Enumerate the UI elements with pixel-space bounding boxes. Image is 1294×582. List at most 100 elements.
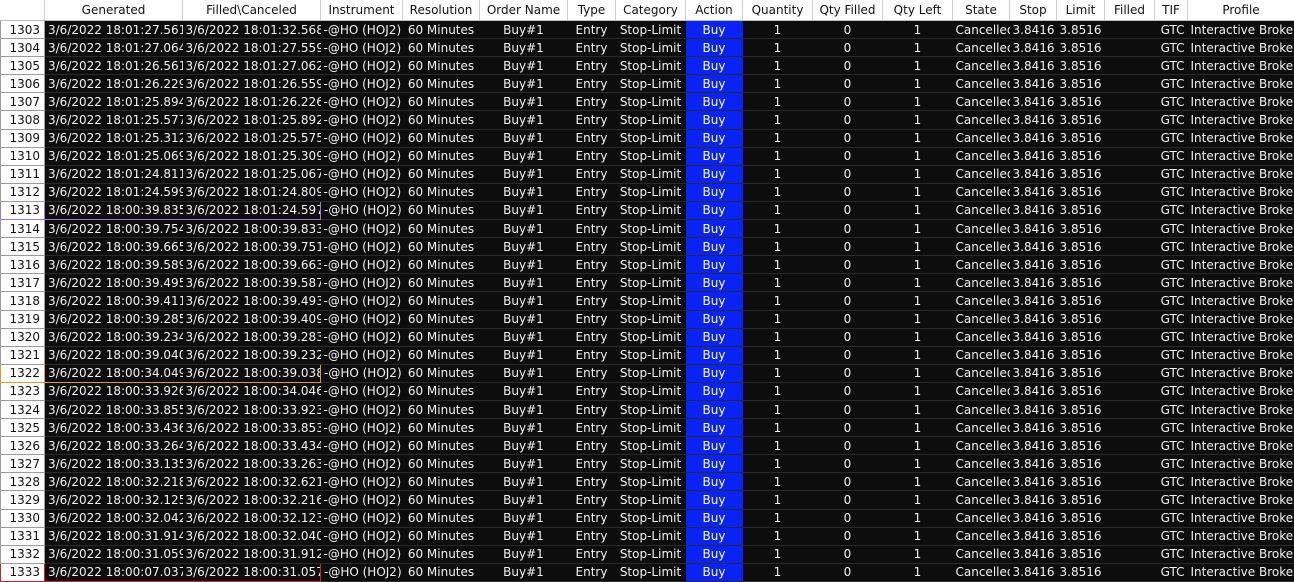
row-index[interactable]: 1324 xyxy=(0,399,45,420)
row-index[interactable]: 1312 xyxy=(0,182,45,202)
table-row[interactable]: 1312 3/6/2022 18:01:24.599 3/6/2022 18:0… xyxy=(0,182,1294,202)
row-index[interactable]: 1329 xyxy=(0,490,45,510)
header-instrument[interactable]: Instrument xyxy=(320,0,403,21)
header-filled[interactable]: Filled xyxy=(1104,0,1155,21)
header-resolution[interactable]: Resolution xyxy=(402,0,480,21)
table-row[interactable]: 1310 3/6/2022 18:01:25.069 3/6/2022 18:0… xyxy=(0,146,1294,166)
cell-action: Buy xyxy=(685,38,743,58)
row-index[interactable]: 1330 xyxy=(0,508,45,528)
table-row[interactable]: 1320 3/6/2022 18:00:39.234 3/6/2022 18:0… xyxy=(0,327,1294,347)
table-row[interactable]: 1319 3/6/2022 18:00:39.285 3/6/2022 18:0… xyxy=(0,309,1294,329)
header-qty-filled[interactable]: Qty Filled xyxy=(812,0,883,21)
row-index[interactable]: 1325 xyxy=(0,418,45,438)
row-index[interactable]: 1303 xyxy=(0,19,45,40)
table-row[interactable]: 1313 3/6/2022 18:00:39.835 3/6/2022 18:0… xyxy=(0,200,1294,221)
table-row[interactable]: 1311 3/6/2022 18:01:24.811 3/6/2022 18:0… xyxy=(0,164,1294,184)
row-index[interactable]: 1310 xyxy=(0,146,45,166)
header-quantity[interactable]: Quantity xyxy=(742,0,813,21)
row-index[interactable]: 1306 xyxy=(0,74,45,94)
row-index[interactable]: 1318 xyxy=(0,291,45,311)
row-index[interactable]: 1305 xyxy=(0,56,45,76)
table-row[interactable]: 1322 3/6/2022 18:00:34.049 3/6/2022 18:0… xyxy=(0,363,1294,383)
header-order-name[interactable]: Order Name xyxy=(479,0,568,21)
table-row[interactable]: 1321 3/6/2022 18:00:39.040 3/6/2022 18:0… xyxy=(0,345,1294,365)
row-index[interactable]: 1323 xyxy=(0,381,45,401)
cell-limit: 3.8516 xyxy=(1056,237,1105,257)
cell-instrument: -@HO (HOJ2) xyxy=(320,56,403,76)
table-row[interactable]: 1304 3/6/2022 18:01:27.064 3/6/2022 18:0… xyxy=(0,38,1294,58)
header-state[interactable]: State xyxy=(952,0,1010,21)
table-row[interactable]: 1309 3/6/2022 18:01:25.312 3/6/2022 18:0… xyxy=(0,128,1294,148)
table-row[interactable]: 1307 3/6/2022 18:01:25.894 3/6/2022 18:0… xyxy=(0,92,1294,112)
table-row[interactable]: 1326 3/6/2022 18:00:33.264 3/6/2022 18:0… xyxy=(0,436,1294,456)
table-row[interactable]: 1317 3/6/2022 18:00:39.495 3/6/2022 18:0… xyxy=(0,273,1294,293)
row-index[interactable]: 1308 xyxy=(0,110,45,130)
table-row[interactable]: 1318 3/6/2022 18:00:39.411 3/6/2022 18:0… xyxy=(0,291,1294,311)
table-row[interactable]: 1329 3/6/2022 18:00:32.125 3/6/2022 18:0… xyxy=(0,490,1294,510)
row-index[interactable]: 1331 xyxy=(0,526,45,546)
row-index[interactable]: 1333 xyxy=(0,562,45,582)
table-row[interactable]: 1331 3/6/2022 18:00:31.914 3/6/2022 18:0… xyxy=(0,526,1294,546)
table-row[interactable]: 1303 3/6/2022 18:01:27.561 3/6/2022 18:0… xyxy=(0,19,1294,40)
row-index[interactable]: 1319 xyxy=(0,309,45,329)
row-index[interactable]: 1315 xyxy=(0,237,45,257)
row-index[interactable]: 1316 xyxy=(0,255,45,275)
row-index[interactable]: 1332 xyxy=(0,544,45,564)
header-profile[interactable]: Profile xyxy=(1187,0,1294,21)
cell-stop: 3.8416 xyxy=(1009,382,1057,401)
header-tif[interactable]: TIF xyxy=(1154,0,1188,21)
row-index[interactable]: 1326 xyxy=(0,436,45,456)
row-index[interactable]: 1322 xyxy=(0,363,45,383)
header-category[interactable]: Category xyxy=(615,0,686,21)
table-row[interactable]: 1316 3/6/2022 18:00:39.589 3/6/2022 18:0… xyxy=(0,255,1294,275)
header-action[interactable]: Action xyxy=(685,0,743,21)
cell-qty-filled: 0 xyxy=(812,527,883,546)
row-index[interactable]: 1327 xyxy=(0,454,45,474)
header-index[interactable] xyxy=(0,0,45,21)
table-row[interactable]: 1305 3/6/2022 18:01:26.561 3/6/2022 18:0… xyxy=(0,56,1294,76)
cell-state: Cancelled xyxy=(952,310,1010,329)
header-filled-canceled[interactable]: Filled\Canceled xyxy=(182,0,321,21)
cell-filled-canceled: 3/6/2022 18:00:33.263 xyxy=(182,454,321,474)
cell-category: Stop-Limit xyxy=(615,110,686,130)
orders-grid[interactable]: Generated Filled\Canceled Instrument Res… xyxy=(0,0,1294,582)
table-row[interactable]: 1308 3/6/2022 18:01:25.577 3/6/2022 18:0… xyxy=(0,110,1294,130)
table-row[interactable]: 1315 3/6/2022 18:00:39.665 3/6/2022 18:0… xyxy=(0,237,1294,257)
cell-action: Buy xyxy=(685,346,743,365)
cell-instrument: -@HO (HOJ2) xyxy=(320,509,403,528)
row-index[interactable]: 1311 xyxy=(0,164,45,184)
cell-action: Buy xyxy=(685,165,743,184)
header-limit[interactable]: Limit xyxy=(1056,0,1105,21)
header-qty-left[interactable]: Qty Left xyxy=(882,0,953,21)
table-row[interactable]: 1327 3/6/2022 18:00:33.135 3/6/2022 18:0… xyxy=(0,454,1294,474)
table-row[interactable]: 1306 3/6/2022 18:01:26.229 3/6/2022 18:0… xyxy=(0,74,1294,94)
row-index[interactable]: 1304 xyxy=(0,38,45,58)
table-row[interactable]: 1328 3/6/2022 18:00:32.218 3/6/2022 18:0… xyxy=(0,472,1294,492)
cell-filled-canceled: 3/6/2022 18:01:24.809 xyxy=(182,183,321,202)
row-index[interactable]: 1313 xyxy=(0,200,45,221)
cell-state: Cancelled xyxy=(952,92,1010,112)
cell-filled xyxy=(1104,364,1155,383)
table-row[interactable]: 1333 3/6/2022 18:00:07.037 3/6/2022 18:0… xyxy=(0,562,1294,582)
table-row[interactable]: 1323 3/6/2022 18:00:33.926 3/6/2022 18:0… xyxy=(0,381,1294,401)
header-type[interactable]: Type xyxy=(567,0,616,21)
table-row[interactable]: 1332 3/6/2022 18:00:31.059 3/6/2022 18:0… xyxy=(0,544,1294,564)
cell-action: Buy xyxy=(685,400,743,420)
row-index[interactable]: 1314 xyxy=(0,219,45,239)
table-row[interactable]: 1324 3/6/2022 18:00:33.855 3/6/2022 18:0… xyxy=(0,399,1294,420)
cell-action: Buy xyxy=(685,56,743,76)
row-index[interactable]: 1317 xyxy=(0,273,45,293)
cell-profile: Interactive Brokers xyxy=(1187,563,1294,582)
row-index[interactable]: 1307 xyxy=(0,92,45,112)
header-stop[interactable]: Stop xyxy=(1009,0,1057,21)
row-index[interactable]: 1321 xyxy=(0,345,45,365)
row-index[interactable]: 1309 xyxy=(0,128,45,148)
row-index[interactable]: 1328 xyxy=(0,472,45,492)
table-row[interactable]: 1325 3/6/2022 18:00:33.436 3/6/2022 18:0… xyxy=(0,418,1294,438)
table-row[interactable]: 1314 3/6/2022 18:00:39.754 3/6/2022 18:0… xyxy=(0,219,1294,239)
header-generated[interactable]: Generated xyxy=(44,0,183,21)
cell-limit: 3.8516 xyxy=(1056,418,1105,438)
table-row[interactable]: 1330 3/6/2022 18:00:32.042 3/6/2022 18:0… xyxy=(0,508,1294,528)
cell-action: Buy xyxy=(685,219,743,239)
row-index[interactable]: 1320 xyxy=(0,327,45,347)
